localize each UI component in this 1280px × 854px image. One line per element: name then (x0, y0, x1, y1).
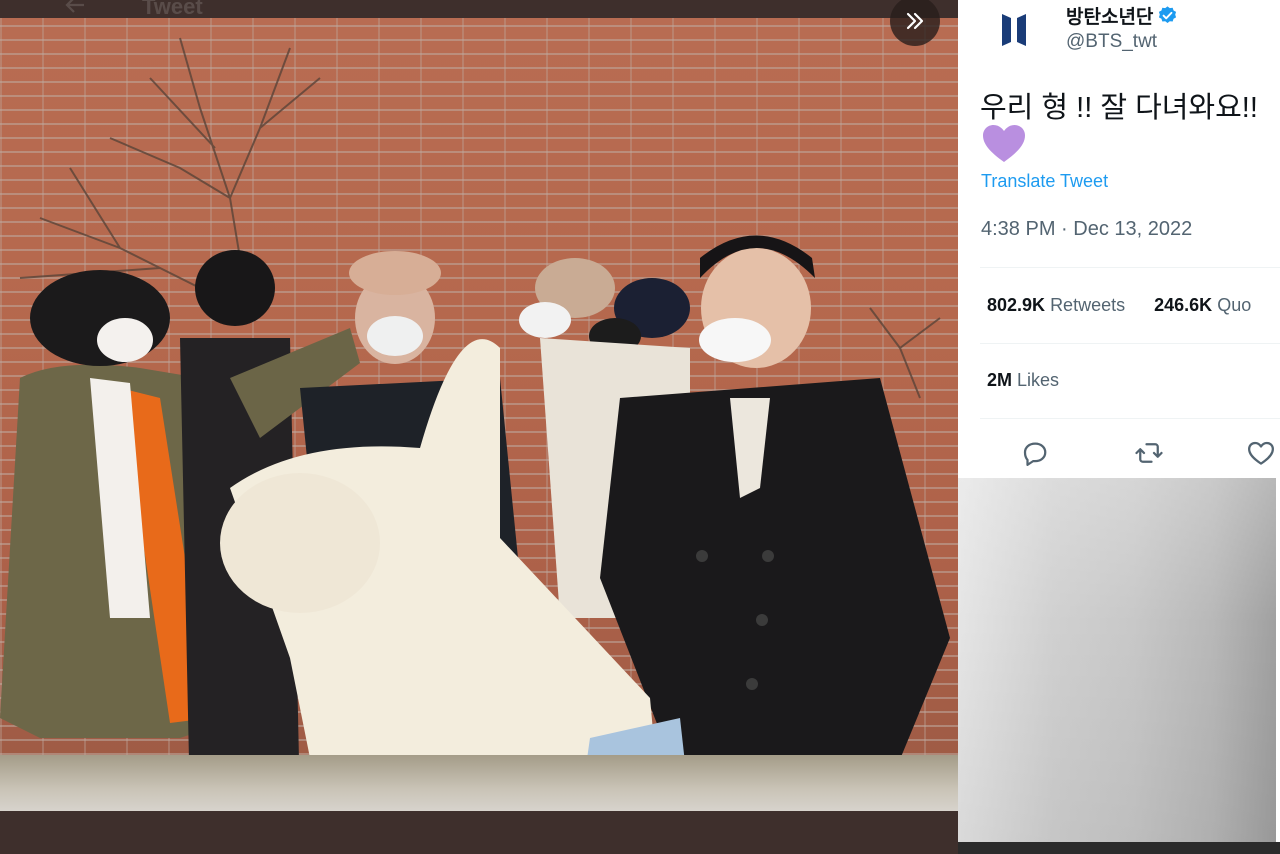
likes-count: 2M (987, 370, 1013, 390)
tweet-timestamp[interactable]: 4:38 PM · Dec 13, 2022 (981, 218, 1192, 241)
quotes-stat[interactable]: 246.6K Quo (1154, 295, 1251, 316)
ground (0, 755, 958, 811)
verified-badge-icon (1159, 6, 1177, 23)
media-viewer: Tweet (0, 0, 958, 854)
tweet-action-bar (1020, 438, 1280, 468)
reply-icon[interactable] (1020, 438, 1050, 468)
purple-heart-icon (983, 125, 1025, 162)
page-title: Tweet (142, 0, 203, 19)
retweet-icon[interactable] (1134, 438, 1164, 468)
engagement-stats: 802.9K Retweets 246.6K Quo (987, 295, 1275, 316)
author-handle[interactable]: @BTS_twt (1066, 31, 1157, 53)
likes-stat[interactable]: 2M Likes (987, 370, 1059, 391)
divider (980, 418, 1280, 419)
avatar[interactable] (984, 6, 1044, 54)
bottom-strip (958, 842, 1280, 854)
double-chevron-right-icon (906, 12, 924, 30)
likes-label: Likes (1017, 370, 1060, 390)
bts-logo-icon (1002, 14, 1026, 46)
blurred-region (958, 478, 1276, 842)
retweets-label: Retweets (1050, 295, 1126, 315)
divider (980, 267, 1280, 268)
arrow-left-icon[interactable] (64, 0, 86, 14)
translate-tweet-link[interactable]: Translate Tweet (981, 171, 1108, 192)
author-name-text: 방탄소년단 (1066, 7, 1154, 28)
photo-illustration (0, 37, 950, 808)
divider (980, 343, 1280, 344)
tweet-photo[interactable] (0, 18, 958, 811)
tweet-text: 우리 형 !! 잘 다녀와요!! (980, 92, 1258, 124)
media-bottom-bar (0, 811, 958, 854)
like-icon[interactable] (1246, 438, 1276, 468)
quotes-label: Quo (1217, 295, 1252, 315)
retweets-stat[interactable]: 802.9K Retweets (987, 295, 1125, 316)
retweets-count: 802.9K (987, 295, 1046, 315)
quotes-count: 246.6K (1154, 295, 1213, 315)
author-display-name[interactable]: 방탄소년단 (1066, 2, 1178, 29)
